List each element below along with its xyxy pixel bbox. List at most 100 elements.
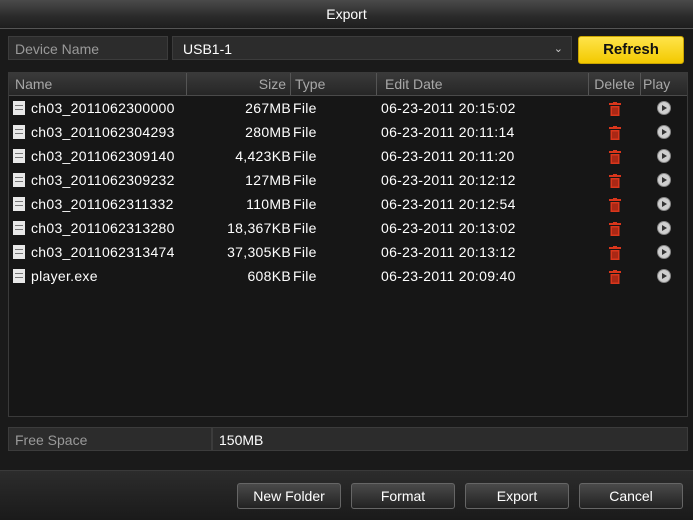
- file-edit-date: 06-23-2011 20:09:40: [381, 268, 516, 284]
- file-type: File: [293, 124, 317, 140]
- file-type: File: [293, 244, 317, 260]
- trash-icon[interactable]: [609, 174, 621, 188]
- export-dialog: Export Device Name USB1-1 ⌄ Refresh Name…: [0, 0, 693, 520]
- device-select-value: USB1-1: [183, 41, 233, 57]
- file-list-header: Name Size Type Edit Date Delete Play: [9, 73, 687, 96]
- cancel-button[interactable]: Cancel: [579, 483, 683, 509]
- file-name: player.exe: [31, 268, 98, 284]
- file-size: 37,305KB: [227, 244, 291, 260]
- file-name-cell: ch03_2011062304293: [9, 120, 191, 144]
- delete-cell: [589, 120, 641, 144]
- file-size: 4,423KB: [235, 148, 291, 164]
- file-name-cell: ch03_2011062313280: [9, 216, 191, 240]
- play-cell: [641, 192, 687, 216]
- file-edit-date: 06-23-2011 20:13:02: [381, 220, 516, 236]
- file-size: 110MB: [246, 196, 291, 212]
- file-type: File: [293, 148, 317, 164]
- free-space-label: Free Space: [8, 427, 212, 451]
- file-icon: [13, 149, 25, 163]
- device-name-label: Device Name: [8, 36, 168, 60]
- file-icon: [13, 245, 25, 259]
- file-size: 267MB: [245, 100, 291, 116]
- dialog-title: Export: [0, 0, 693, 29]
- column-play: Play: [643, 76, 671, 92]
- column-delete: Delete: [589, 73, 641, 95]
- trash-icon[interactable]: [609, 126, 621, 140]
- trash-icon[interactable]: [609, 222, 621, 236]
- trash-icon[interactable]: [609, 198, 621, 212]
- file-name: ch03_2011062313474: [31, 244, 175, 260]
- play-cell: [641, 216, 687, 240]
- file-name-cell: player.exe: [9, 264, 191, 288]
- column-type[interactable]: Type: [291, 73, 377, 95]
- table-row[interactable]: ch03_2011062309140 4,423KB File 06-23-2011 …: [9, 144, 687, 168]
- table-row[interactable]: ch03_2011062304293 280MB File 06-23-2011 20…: [9, 120, 687, 144]
- play-icon[interactable]: [657, 125, 671, 139]
- file-type: File: [293, 100, 317, 116]
- file-type: File: [293, 220, 317, 236]
- file-name: ch03_2011062309232: [31, 172, 175, 188]
- file-type: File: [293, 172, 317, 188]
- table-row[interactable]: ch03_2011062309232 127MB File 06-23-2011 20…: [9, 168, 687, 192]
- play-cell: [641, 168, 687, 192]
- table-row[interactable]: player.exe 608KB File 06-23-2011 20:09:40: [9, 264, 687, 288]
- device-row: Device Name USB1-1 ⌄ Refresh: [8, 36, 686, 64]
- file-name-cell: ch03_2011062311332: [9, 192, 191, 216]
- table-row[interactable]: ch03_2011062311332 110MB File 06-23-2011 20…: [9, 192, 687, 216]
- file-name: ch03_2011062311332: [31, 196, 174, 212]
- file-edit-date: 06-23-2011 20:13:12: [381, 244, 516, 260]
- file-size: 127MB: [245, 172, 291, 188]
- delete-cell: [589, 168, 641, 192]
- play-icon[interactable]: [657, 245, 671, 259]
- file-size: 280MB: [245, 124, 291, 140]
- play-icon[interactable]: [657, 101, 671, 115]
- file-name: ch03_2011062304293: [31, 124, 175, 140]
- file-name-cell: ch03_2011062309140: [9, 144, 191, 168]
- column-size[interactable]: Size: [187, 73, 291, 95]
- play-cell: [641, 96, 687, 120]
- delete-cell: [589, 96, 641, 120]
- play-icon[interactable]: [657, 269, 671, 283]
- new-folder-button[interactable]: New Folder: [237, 483, 341, 509]
- delete-cell: [589, 144, 641, 168]
- table-row[interactable]: ch03_2011062313474 37,305KB File 06-23-2011…: [9, 240, 687, 264]
- table-row[interactable]: ch03_2011062313280 18,367KB File 06-23-2011…: [9, 216, 687, 240]
- file-edit-date: 06-23-2011 20:11:14: [381, 124, 515, 140]
- file-icon: [13, 221, 25, 235]
- column-edit-date[interactable]: Edit Date: [377, 73, 589, 95]
- refresh-button[interactable]: Refresh: [578, 36, 684, 64]
- trash-icon[interactable]: [609, 246, 621, 260]
- file-edit-date: 06-23-2011 20:15:02: [381, 100, 516, 116]
- play-cell: [641, 264, 687, 288]
- export-button[interactable]: Export: [465, 483, 569, 509]
- delete-cell: [589, 216, 641, 240]
- file-name-cell: ch03_2011062309232: [9, 168, 191, 192]
- file-icon: [13, 125, 25, 139]
- file-name: ch03_2011062309140: [31, 148, 175, 164]
- play-icon[interactable]: [657, 149, 671, 163]
- file-edit-date: 06-23-2011 20:12:54: [381, 196, 516, 212]
- delete-cell: [589, 264, 641, 288]
- file-edit-date: 06-23-2011 20:12:12: [381, 172, 516, 188]
- table-row[interactable]: ch03_2011062300000 267MB File 06-23-2011 20…: [9, 96, 687, 120]
- free-space-row: Free Space 150MB: [8, 427, 688, 451]
- play-cell: [641, 144, 687, 168]
- trash-icon[interactable]: [609, 150, 621, 164]
- file-size: 608KB: [247, 268, 291, 284]
- format-button[interactable]: Format: [351, 483, 455, 509]
- file-list: Name Size Type Edit Date Delete Play ch0…: [8, 72, 688, 417]
- trash-icon[interactable]: [609, 270, 621, 284]
- chevron-down-icon: ⌄: [553, 43, 563, 55]
- play-icon[interactable]: [657, 173, 671, 187]
- file-icon: [13, 269, 25, 283]
- delete-cell: [589, 192, 641, 216]
- play-icon[interactable]: [657, 197, 671, 211]
- device-select[interactable]: USB1-1 ⌄: [172, 36, 572, 60]
- column-name[interactable]: Name: [9, 73, 187, 95]
- trash-icon[interactable]: [609, 102, 621, 116]
- play-icon[interactable]: [657, 221, 671, 235]
- play-cell: [641, 120, 687, 144]
- delete-cell: [589, 240, 641, 264]
- file-type: File: [293, 268, 317, 284]
- file-name-cell: ch03_2011062313474: [9, 240, 191, 264]
